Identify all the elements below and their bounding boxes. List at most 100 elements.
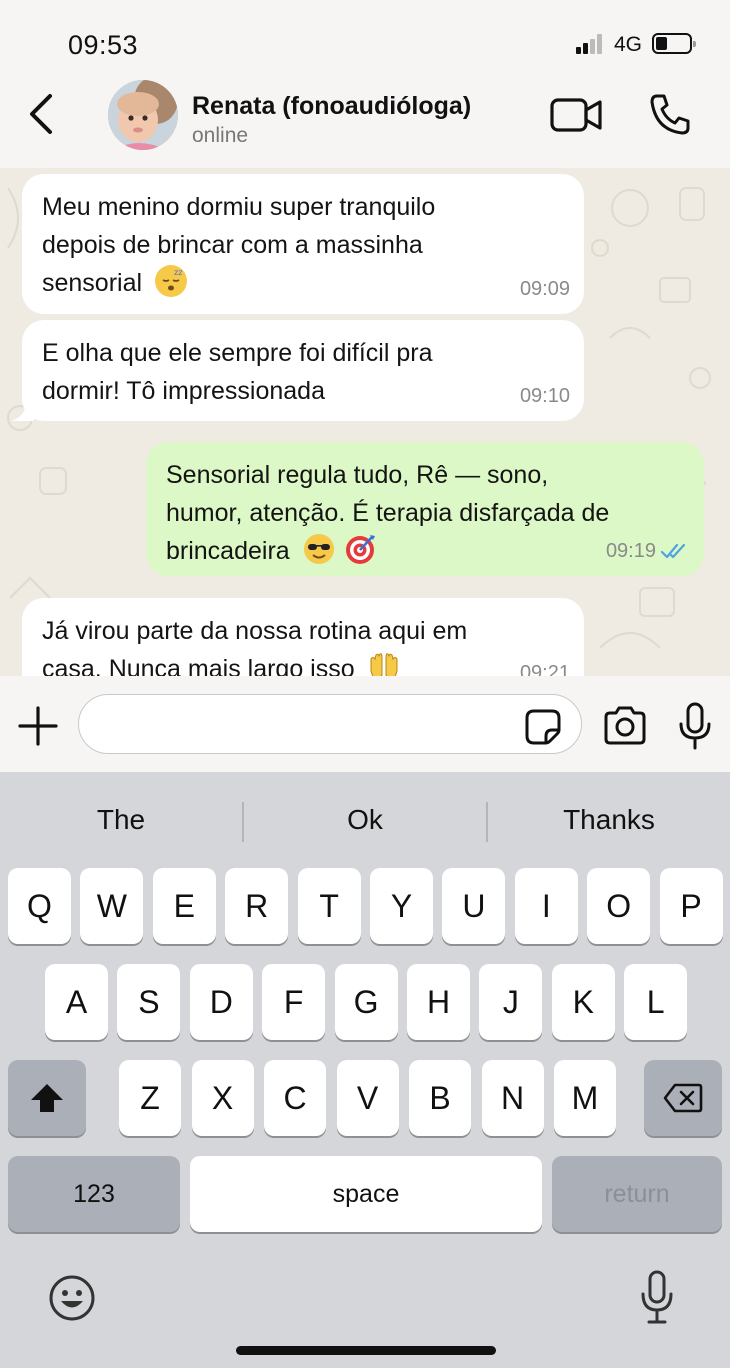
suggestion-divider	[242, 802, 244, 842]
key-m[interactable]: M	[554, 1060, 616, 1136]
shift-icon	[31, 1084, 63, 1112]
key-label: G	[353, 983, 379, 1020]
key-q[interactable]: Q	[8, 868, 71, 944]
contact-status: online	[192, 124, 249, 147]
voice-message-button[interactable]	[678, 702, 712, 750]
message-bubble-incoming[interactable]: Meu menino dormiu super tranquilo depois…	[22, 174, 584, 314]
direct-hit-emoji	[344, 533, 376, 565]
suggestion-divider	[486, 802, 488, 842]
message-bubble-incoming[interactable]: Já virou parte da nossa rotina aqui em c…	[22, 598, 584, 676]
home-indicator	[236, 1346, 496, 1355]
message-meta: 09:21	[520, 654, 570, 676]
message-time: 09:21	[519, 662, 570, 676]
sticker-button[interactable]	[524, 708, 562, 746]
key-label: D	[209, 983, 233, 1020]
key-label: U	[462, 887, 486, 924]
back-button[interactable]	[22, 92, 66, 136]
suggestion-item[interactable]: Thanks	[509, 804, 709, 836]
key-label: K	[572, 983, 594, 1020]
message-time: 09:09	[519, 278, 570, 300]
key-c[interactable]: C	[264, 1060, 326, 1136]
phone-icon	[650, 94, 690, 135]
key-a[interactable]: A	[45, 964, 108, 1040]
return-key[interactable]: return	[552, 1156, 722, 1232]
key-label: F	[283, 983, 304, 1020]
key-label: X	[211, 1079, 234, 1116]
key-label: O	[606, 887, 632, 924]
key-u[interactable]: U	[442, 868, 506, 944]
chat-header: Renata (fonoaudióloga) online	[0, 80, 730, 168]
emoji-keyboard-button[interactable]	[48, 1274, 96, 1322]
key-r[interactable]: R	[225, 868, 289, 944]
key-w[interactable]: W	[80, 868, 144, 944]
key-l[interactable]: L	[624, 964, 688, 1040]
space-key[interactable]: space	[190, 1156, 542, 1232]
key-s[interactable]: S	[117, 964, 181, 1040]
sunglasses-face-emoji	[303, 533, 335, 565]
key-label: Y	[390, 887, 413, 924]
suggestion-item[interactable]: The	[21, 804, 221, 836]
back-icon	[30, 94, 52, 134]
key-label: N	[500, 1079, 525, 1116]
microphone-icon	[679, 702, 711, 750]
key-label: I	[541, 887, 551, 924]
key-g[interactable]: G	[334, 964, 398, 1040]
key-t[interactable]: T	[297, 868, 361, 944]
key-d[interactable]: D	[189, 964, 253, 1040]
key-label: T	[319, 887, 339, 924]
contact-name[interactable]: Renata (fonoaudióloga)	[192, 92, 471, 121]
status-time: 09:53	[68, 30, 139, 60]
plus-icon	[18, 706, 58, 746]
key-e[interactable]: E	[152, 868, 216, 944]
return-key-label: return	[604, 1179, 670, 1208]
key-k[interactable]: K	[551, 964, 615, 1040]
key-label: L	[646, 983, 665, 1020]
message-meta: 09:19	[606, 532, 690, 570]
message-bubble-outgoing[interactable]: Sensorial regula tudo, Rê — sono, humor,…	[146, 442, 704, 576]
message-time: 09:10	[519, 385, 570, 407]
camera-button[interactable]	[602, 706, 648, 746]
key-x[interactable]: X	[191, 1060, 254, 1136]
key-j[interactable]: J	[479, 964, 543, 1040]
key-o[interactable]: O	[587, 868, 651, 944]
key-label: C	[283, 1079, 307, 1116]
backspace-key[interactable]	[644, 1060, 722, 1136]
key-v[interactable]: V	[336, 1060, 399, 1136]
message-meta: 09:10	[520, 377, 570, 415]
message-meta: 09:09	[520, 270, 570, 308]
key-label: S	[138, 983, 160, 1020]
key-z[interactable]: Z	[119, 1060, 181, 1136]
backspace-icon	[663, 1083, 703, 1113]
message-list[interactable]: Meu menino dormiu super tranquilo depois…	[0, 168, 730, 676]
video-call-icon	[550, 98, 602, 132]
signal-icon	[576, 34, 610, 54]
message-time: 09:19	[605, 540, 656, 562]
key-label: H	[426, 983, 451, 1020]
key-label: E	[173, 887, 195, 924]
space-key-label: space	[332, 1179, 400, 1208]
key-n[interactable]: N	[481, 1060, 544, 1136]
read-receipt-icon	[660, 543, 686, 559]
key-label: Q	[27, 887, 52, 924]
key-h[interactable]: H	[407, 964, 470, 1040]
message-input[interactable]	[78, 694, 582, 754]
dictation-button[interactable]	[640, 1270, 674, 1326]
raising-hands-emoji	[368, 651, 400, 676]
shift-key[interactable]	[8, 1060, 86, 1136]
video-call-button[interactable]	[550, 96, 602, 134]
message-bubble-incoming[interactable]: E olha que ele sempre foi difícil pra do…	[12, 320, 584, 421]
contact-avatar[interactable]	[108, 80, 178, 150]
voice-call-button[interactable]	[648, 92, 692, 136]
bubble-tail	[12, 403, 34, 421]
key-label: B	[429, 1079, 451, 1116]
key-i[interactable]: I	[514, 868, 578, 944]
key-p[interactable]: P	[659, 868, 723, 944]
sleeping-face-emoji: zz	[155, 265, 188, 297]
suggestion-bar: The Ok Thanks	[0, 772, 730, 868]
key-y[interactable]: Y	[370, 868, 433, 944]
numbers-key[interactable]: 123	[8, 1156, 180, 1232]
key-f[interactable]: F	[262, 964, 326, 1040]
attach-button[interactable]	[18, 706, 58, 746]
key-b[interactable]: B	[409, 1060, 471, 1136]
suggestion-item[interactable]: Ok	[265, 804, 465, 836]
